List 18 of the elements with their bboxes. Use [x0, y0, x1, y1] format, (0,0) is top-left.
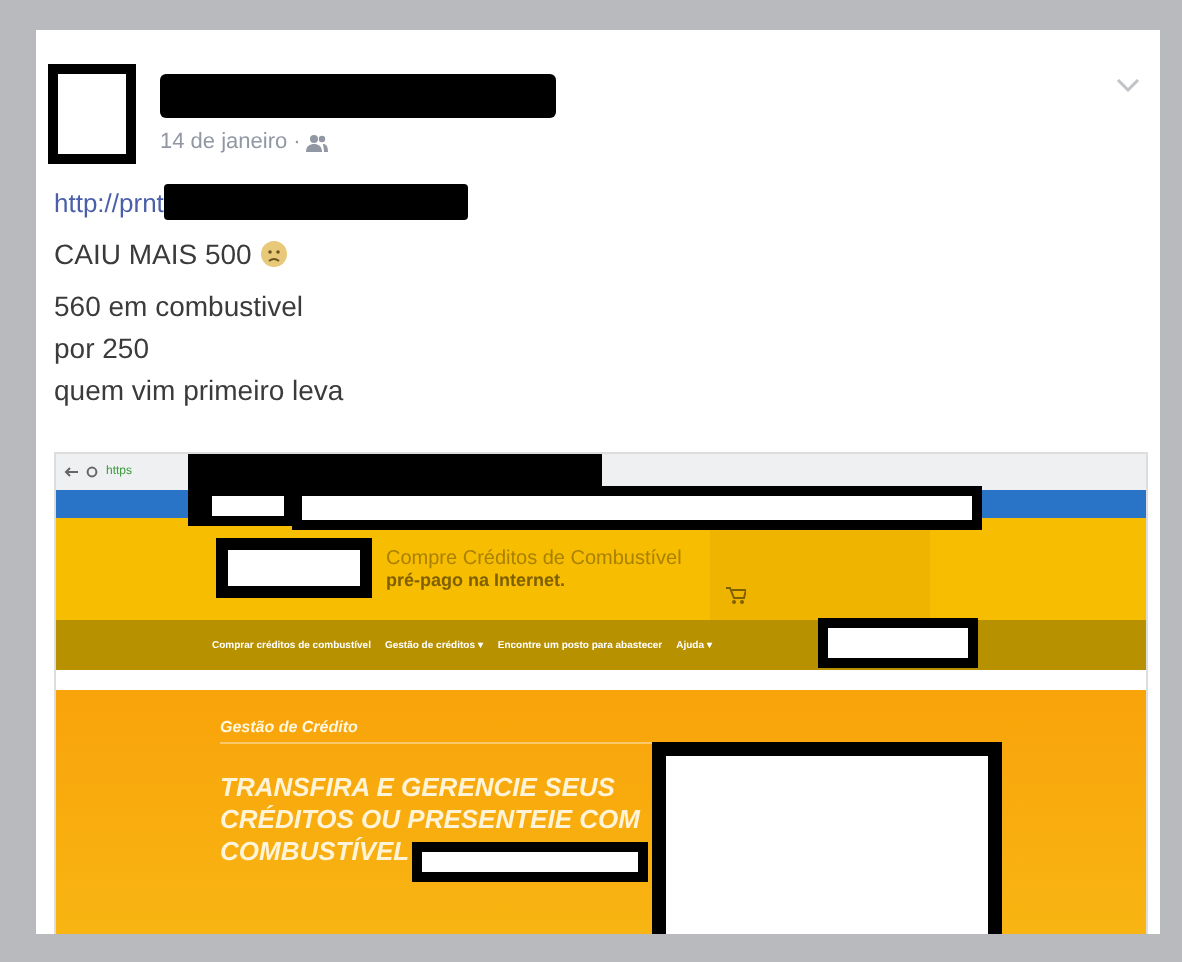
site-title: Compre Créditos de Combustível — [386, 547, 682, 569]
friends-icon — [306, 133, 329, 151]
post-text-line: quem vim primeiro leva — [54, 372, 346, 410]
section-title: Gestão de Crédito — [220, 718, 660, 744]
site-subtitle: pré-pago na Internet. — [386, 569, 568, 591]
post-link[interactable]: http://prnt — [54, 187, 164, 217]
hero-heading-line: CRÉDITOS OU PRESENTEIE COM — [220, 804, 640, 836]
post-headline: CAIU MAIS 500 — [54, 238, 252, 270]
cart-icon — [725, 586, 746, 604]
post-text-line: 560 em combustivel — [54, 288, 306, 326]
avatar[interactable] — [48, 64, 136, 164]
post-date: 14 de janeiro · — [160, 130, 301, 154]
post-text-line: por 250 — [54, 330, 151, 368]
hero-heading-line: COMBUSTÍVEL — [220, 836, 410, 868]
frown-emoji-icon — [259, 240, 288, 268]
hero-heading-line: TRANSFIRA E GERENCIE SEUS — [220, 772, 615, 804]
back-arrow-icon — [64, 466, 78, 478]
reload-icon — [86, 466, 98, 478]
